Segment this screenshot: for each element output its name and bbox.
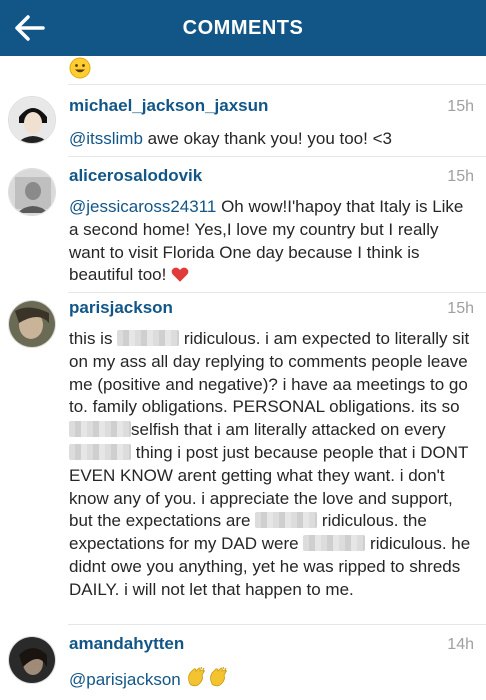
comment-body: @itsslimb awe okay thank you! you too! <… [69, 128, 474, 151]
censored-word [303, 535, 366, 552]
censored-word [117, 330, 180, 346]
back-button[interactable] [12, 10, 48, 46]
censored-word [255, 512, 318, 529]
clapping-hands-icon [210, 666, 228, 687]
user-portrait-icon [9, 637, 55, 683]
avatar[interactable] [8, 168, 56, 216]
comment-body: this is ridiculous. i am expected to lit… [69, 328, 474, 602]
censored-word [69, 421, 131, 438]
comment-username[interactable]: parisjackson [69, 298, 173, 318]
comment-username[interactable]: amandahytten [69, 634, 184, 654]
user-portrait-icon [9, 97, 55, 143]
mention-link[interactable]: @parisjackson [69, 670, 181, 689]
comment-text: selfish that i am literally attacked on … [131, 420, 446, 440]
comment-time: 14h [447, 636, 474, 653]
comment-body: @jessicaross24311 Oh wow!I'hapoy that It… [69, 196, 474, 287]
comment-time: 15h [447, 98, 474, 115]
comment-item: alicerosalodovik 15h @jessicaross24311 O… [0, 156, 486, 292]
comment-text: awe okay thank you! you too! <3 [142, 129, 392, 148]
comment-item: michael_jackson_jaxsun 15h @itsslimb awe… [0, 84, 486, 156]
comment-item: amandahytten 14h @parisjackson [0, 624, 486, 700]
avatar[interactable] [8, 96, 56, 144]
comment-item: parisjackson 15h this is ridiculous. i a… [0, 292, 486, 624]
user-portrait-icon [9, 169, 55, 215]
comment-username[interactable]: alicerosalodovik [69, 166, 202, 186]
comment-time: 15h [447, 168, 474, 185]
grinning-emoji-icon [69, 57, 91, 79]
top-bar: COMMENTS [0, 0, 486, 56]
comment-time: 15h [447, 300, 474, 317]
comment-text: this is [69, 329, 118, 348]
clapping-hands-icon [188, 666, 206, 687]
red-heart-icon [171, 267, 189, 283]
mention-link[interactable]: @jessicaross24311 [69, 197, 216, 216]
avatar[interactable] [8, 300, 56, 348]
avatar[interactable] [8, 636, 56, 684]
page-title: COMMENTS [182, 16, 304, 39]
censored-word [69, 443, 131, 460]
comment-body: @parisjackson [69, 666, 474, 692]
mention-link[interactable]: @itsslimb [69, 129, 143, 148]
arrow-left-icon [15, 15, 45, 41]
comment-username[interactable]: michael_jackson_jaxsun [69, 96, 268, 116]
user-portrait-icon [9, 301, 55, 347]
